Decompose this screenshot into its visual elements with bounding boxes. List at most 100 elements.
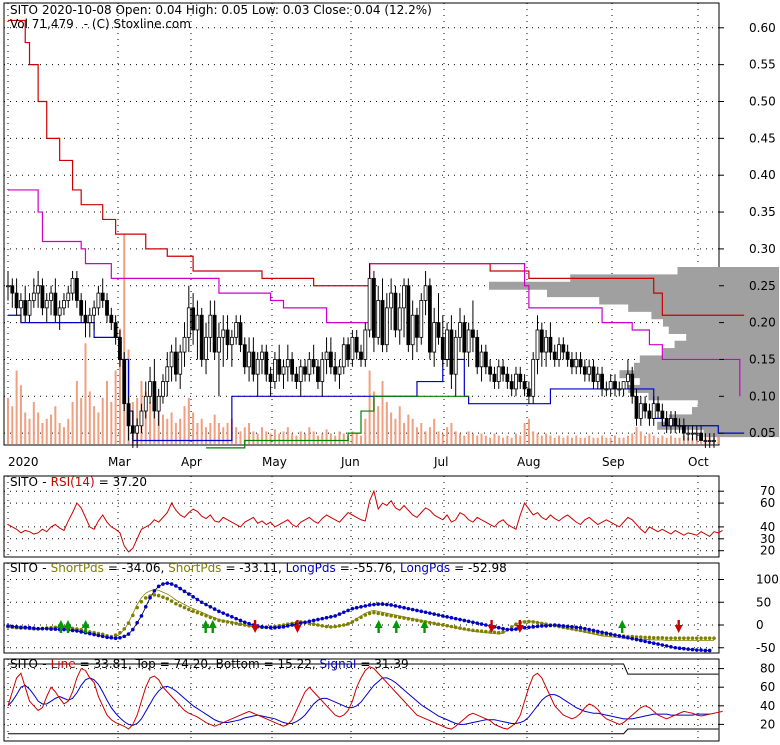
pds-long-dot [471, 620, 475, 625]
volume-bar [592, 437, 595, 444]
pds-long-dot [182, 589, 187, 594]
rsi-axis: 7060403020 [719, 484, 775, 558]
candle-body [591, 366, 596, 382]
pds-long-dot [354, 605, 359, 610]
candle-body [173, 351, 178, 375]
volume-bar [101, 397, 104, 444]
candle-body [440, 336, 445, 360]
candle-body [509, 381, 514, 390]
candle-body [83, 314, 88, 324]
pds-long-dot [535, 624, 540, 629]
volume-bar [454, 431, 457, 444]
profile-bar [599, 296, 779, 305]
pds-long-dot [436, 613, 441, 617]
pds-long-dot [307, 619, 312, 624]
candle-body [389, 292, 394, 309]
pds-long-dot [333, 614, 337, 618]
pds-short-dot [131, 613, 135, 618]
volume-bar [329, 433, 332, 444]
volume-bar [355, 433, 358, 444]
up-arrow-shaft [84, 627, 87, 633]
pds-long-dot [380, 602, 385, 606]
candle-body [380, 300, 385, 346]
candle-body [531, 359, 536, 397]
pds-long-dot [187, 592, 191, 596]
pds-long-dot [303, 620, 307, 625]
pds-long-dot [212, 607, 217, 611]
candle-body [31, 292, 36, 301]
volume-bar [446, 427, 449, 444]
candle-body [40, 285, 45, 309]
volume-bar [364, 418, 367, 444]
pds-short-dot [143, 596, 148, 600]
candle-body [626, 373, 630, 382]
pds-short-dot [651, 635, 656, 640]
price-tick-label: 0.10 [749, 389, 776, 403]
pds-short-dot [707, 636, 712, 640]
volume-bar [308, 427, 311, 444]
pds-short-dot [484, 629, 488, 634]
price-tick-label: 0.40 [749, 168, 776, 182]
pds-short-dot [346, 622, 350, 626]
pds-long-dot [75, 629, 79, 633]
candle-body [488, 366, 493, 375]
candle-body [582, 366, 587, 375]
pds-short-dot [139, 599, 144, 604]
candle-body [268, 373, 273, 382]
volume-bar [467, 431, 470, 444]
pds-long-dot [660, 643, 665, 647]
pds-tick-label: 0 [756, 618, 764, 632]
pds-long-dot [630, 636, 635, 641]
volume-bar [80, 397, 83, 444]
pds-short-dot [677, 636, 682, 640]
pds-long-dot [634, 637, 639, 642]
pds-long-dot [432, 612, 436, 616]
pds-long-dot [23, 625, 28, 630]
volume-bar [661, 435, 664, 444]
pds-short-dot [199, 612, 204, 616]
pds-long-dot [148, 595, 152, 600]
pds-short-dot [230, 620, 234, 625]
pds-short-dot [126, 621, 131, 625]
pds-long-dot [385, 602, 389, 607]
volume-bar [295, 435, 298, 444]
candle-body [647, 410, 652, 419]
volume-bar [213, 414, 216, 444]
up-arrow-shaft [211, 627, 214, 633]
pds-long-dot [350, 606, 355, 611]
pds-short-dot [445, 623, 449, 628]
pds-short-dot [341, 623, 346, 627]
volume-bar [433, 418, 436, 444]
pds-long-dot [286, 624, 290, 628]
pds-long-dot [195, 597, 200, 602]
candle-body [311, 359, 316, 368]
candle-body [492, 373, 497, 382]
volume-bar [252, 431, 255, 444]
pds-short-dot [428, 620, 432, 625]
pds-long-dot [6, 624, 10, 628]
stoch-tick-label: 80 [760, 662, 775, 676]
volume-bar [657, 437, 660, 444]
candle-body [273, 359, 277, 382]
pds-long-dot [389, 603, 393, 607]
volume-bar [558, 435, 561, 444]
pds-long-dot [643, 639, 647, 644]
volume-bar [613, 435, 616, 444]
volume-bar [549, 435, 552, 444]
pds-short-dot [152, 593, 157, 597]
volume-bar [321, 433, 324, 444]
pds-long-dot [604, 631, 609, 635]
candle-body [483, 351, 488, 368]
pds-long-dot [79, 630, 83, 634]
candle-body [221, 329, 226, 338]
pds-short-dot [187, 607, 191, 612]
date-tick-label: Sep [602, 455, 625, 469]
candle-body [208, 314, 213, 338]
up-arrow-shaft [621, 627, 624, 633]
pds-long-dot [135, 620, 139, 625]
pds-long-dot [527, 625, 531, 630]
pds-short-dot [462, 627, 467, 631]
candle-body [427, 285, 432, 353]
candle-body [518, 373, 523, 382]
pds-long-dot [225, 613, 230, 617]
